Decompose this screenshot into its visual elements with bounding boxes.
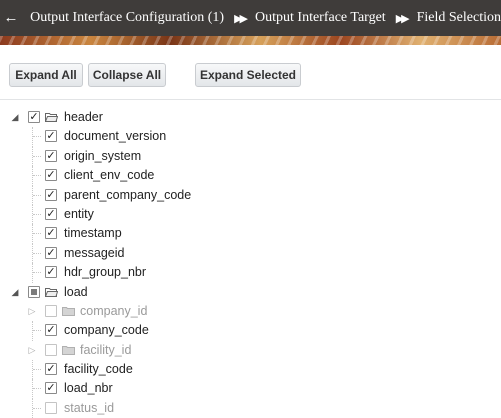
tree-node-label: facility_id	[80, 342, 132, 357]
tree-leaf-entity[interactable]: entity	[0, 204, 501, 225]
tree-leaf-client-env-code[interactable]: client_env_code	[0, 166, 501, 186]
collapse-all-button[interactable]: Collapse All	[88, 63, 166, 87]
company-id-checkbox[interactable]	[45, 304, 57, 317]
tree-guide	[32, 204, 42, 225]
document-version-checkbox[interactable]	[45, 130, 57, 143]
header-checkbox[interactable]	[28, 111, 40, 123]
breadcrumb-item-output-interface-target[interactable]: Output Interface Target	[255, 10, 386, 26]
hdr-group-nbr-checkbox[interactable]	[45, 266, 57, 279]
tree-leaf-parent-company-code[interactable]: parent_company_code	[0, 185, 501, 205]
tree-node-label: header	[64, 110, 103, 124]
breadcrumb-separator-icon: ▶▶	[395, 12, 410, 25]
toolbar-divider	[0, 99, 501, 100]
origin-system-checkbox[interactable]	[45, 149, 57, 162]
tree-leaf-company-code[interactable]: company_code	[0, 321, 501, 341]
tree-leaf-label: client_env_code	[64, 168, 155, 183]
facility-code-checkbox[interactable]	[45, 363, 57, 376]
facility-id-checkbox[interactable]	[45, 343, 57, 356]
tree-guide	[32, 263, 42, 283]
decorative-banner	[0, 36, 501, 45]
tree-guide	[32, 321, 42, 341]
load-nbr-checkbox[interactable]	[45, 382, 57, 395]
tree-leaf-label: hdr_group_nbr	[64, 265, 147, 280]
tree-guide	[32, 360, 42, 380]
tree-guide	[32, 224, 42, 244]
company-code-checkbox[interactable]	[45, 324, 57, 337]
tree-node-header[interactable]: ◢ header	[0, 108, 501, 127]
expanded-triangle-icon[interactable]: ◢	[10, 110, 20, 124]
status-id-checkbox[interactable]	[45, 401, 57, 414]
open-folder-icon	[45, 112, 58, 122]
breadcrumb: ← Output Interface Configuration (1) ▶▶ …	[0, 0, 501, 36]
client-env-code-checkbox[interactable]	[45, 169, 57, 182]
tree-leaf-label: company_code	[64, 323, 149, 338]
load-checkbox[interactable]	[28, 285, 40, 298]
tree-leaf-label: parent_company_code	[64, 187, 192, 202]
tree-leaf-messageid[interactable]: messageid	[0, 243, 501, 264]
tree-node-facility-id[interactable]: ▷ facility_id	[0, 341, 501, 360]
expanded-triangle-icon[interactable]: ◢	[10, 285, 20, 299]
open-folder-icon	[45, 287, 58, 297]
tree-guide	[32, 379, 42, 399]
tree-leaf-hdr-group-nbr[interactable]: hdr_group_nbr	[0, 263, 501, 283]
tree-leaf-label: timestamp	[64, 226, 122, 241]
messageid-checkbox[interactable]	[45, 246, 57, 259]
tree-leaf-load-nbr[interactable]: load_nbr	[0, 379, 501, 399]
tree-leaf-facility-code[interactable]: facility_code	[0, 360, 501, 380]
tree-leaf-label: messageid	[64, 245, 125, 260]
tree-leaf-label: facility_code	[64, 362, 133, 377]
entity-checkbox[interactable]	[45, 207, 57, 220]
tree-leaf-timestamp[interactable]: timestamp	[0, 224, 501, 244]
folder-icon	[62, 306, 75, 316]
tree-leaf-document-version[interactable]: document_version	[0, 127, 501, 147]
expand-selected-button[interactable]: Expand Selected	[195, 63, 301, 87]
tree-guide	[32, 398, 42, 418]
tree-guide	[32, 166, 42, 186]
timestamp-checkbox[interactable]	[45, 227, 57, 240]
expand-all-button[interactable]: Expand All	[9, 63, 83, 87]
tree-node-label: company_id	[80, 303, 148, 318]
tree-guide	[32, 185, 42, 205]
tree-leaf-origin-system[interactable]: origin_system	[0, 146, 501, 167]
toolbar: Expand All Collapse All Expand Selected	[0, 45, 501, 101]
tree-guide	[32, 243, 42, 264]
back-arrow-icon[interactable]: ←	[2, 10, 20, 27]
tree-node-company-id[interactable]: ▷ company_id	[0, 302, 501, 321]
tree-guide	[32, 127, 42, 147]
tree-leaf-label: status_id	[64, 400, 115, 415]
folder-icon	[62, 345, 75, 355]
field-tree: ◢ header document_version origin_system …	[0, 108, 501, 418]
tree-node-load[interactable]: ◢ load	[0, 283, 501, 302]
collapsed-triangle-icon[interactable]: ▷	[27, 343, 37, 357]
tree-leaf-status-id[interactable]: status_id	[0, 398, 501, 418]
tree-leaf-label: entity	[64, 206, 94, 221]
tree-leaf-label: document_version	[64, 129, 167, 144]
breadcrumb-item-output-interface-configuration[interactable]: Output Interface Configuration (1)	[30, 10, 224, 26]
tree-leaf-label: load_nbr	[64, 381, 113, 396]
parent-company-code-checkbox[interactable]	[45, 188, 57, 201]
tree-guide	[32, 146, 42, 167]
tree-leaf-label: origin_system	[64, 148, 142, 163]
breadcrumb-item-field-selection: Field Selection	[416, 10, 501, 25]
breadcrumb-separator-icon: ▶▶	[234, 12, 248, 25]
tree-node-label: load	[64, 284, 88, 299]
collapsed-triangle-icon[interactable]: ▷	[27, 304, 37, 318]
